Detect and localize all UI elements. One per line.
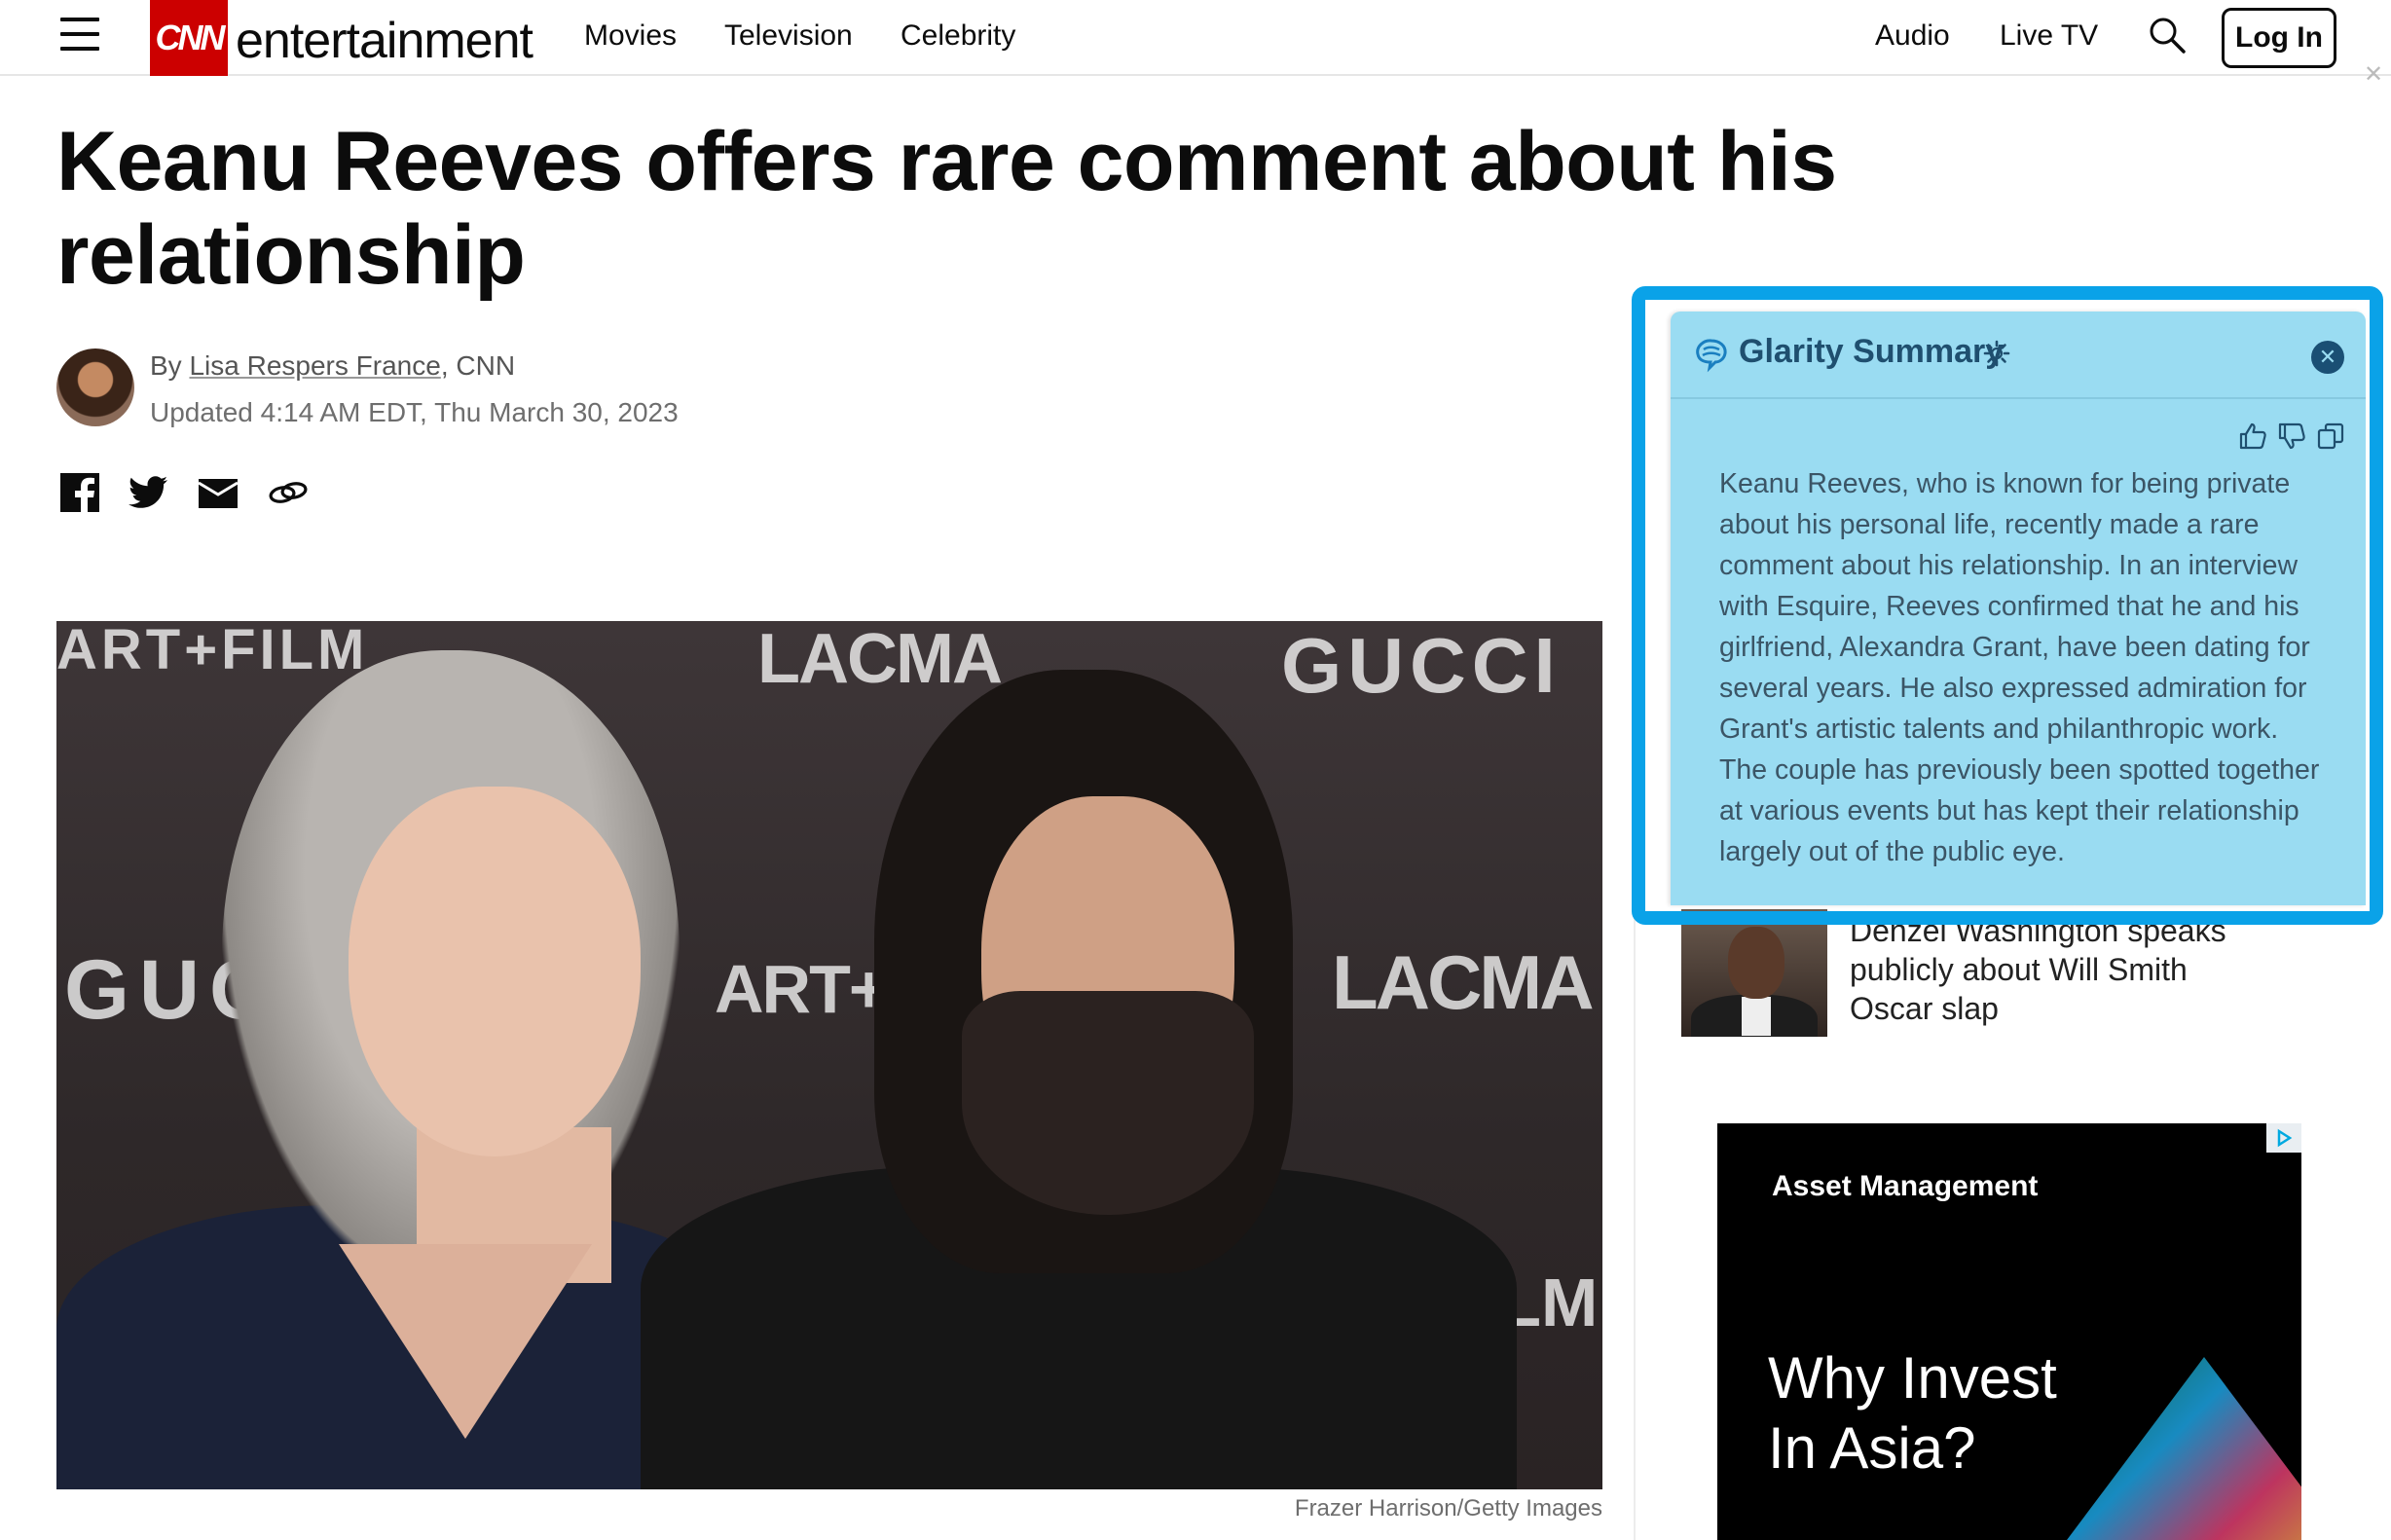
facebook-icon[interactable] (58, 471, 101, 514)
menu-icon[interactable] (60, 18, 99, 53)
link-icon[interactable] (267, 471, 310, 514)
byline: By Lisa Respers France, CNN (150, 350, 515, 382)
byline-prefix: By (150, 350, 190, 381)
related-article-link[interactable]: Denzel Washington speaks publicly about … (1850, 911, 2259, 1028)
photo-signage: GUCCI (1281, 622, 1562, 709)
photo-signage: ART+ (715, 951, 889, 1027)
twitter-icon[interactable] (127, 471, 169, 514)
advertisement[interactable]: Asset Management Why Invest In Asia? (1717, 1123, 2301, 1540)
nav-audio[interactable]: Audio (1875, 19, 1950, 53)
glarity-highlight-frame (1632, 286, 2383, 925)
ad-headline: Why Invest In Asia? (1768, 1345, 2057, 1481)
updated-timestamp: Updated 4:14 AM EDT, Thu March 30, 2023 (150, 397, 679, 427)
photo-signage: LACMA (757, 621, 1003, 698)
adchoices-icon[interactable] (2266, 1123, 2301, 1153)
nav-television[interactable]: Television (724, 19, 853, 53)
photo-signage: LACMA (1332, 939, 1595, 1025)
ad-label: Asset Management (1772, 1170, 2039, 1202)
photo-signage: ART+FILM (56, 621, 369, 681)
hero-photo: ART+FILM LACMA GUCCI GUCCI ART+ LACMA FI… (56, 621, 1602, 1489)
nav-celebrity[interactable]: Celebrity (901, 19, 1015, 53)
email-icon[interactable] (197, 471, 239, 514)
site-header: CNN entertainment Movies Television Cele… (0, 0, 2391, 76)
cnn-logo[interactable]: CNN (150, 0, 228, 76)
section-title[interactable]: entertainment (236, 12, 533, 70)
photo-credit: Frazer Harrison/Getty Images (1294, 1495, 1602, 1522)
login-button[interactable]: Log In (2222, 8, 2336, 68)
close-icon[interactable]: ✕ (2364, 60, 2383, 89)
author-link[interactable]: Lisa Respers France (189, 350, 440, 381)
author-avatar[interactable] (56, 348, 134, 426)
search-icon[interactable] (2148, 16, 2187, 55)
related-thumbnail[interactable] (1681, 909, 1827, 1037)
nav-movies[interactable]: Movies (584, 19, 677, 53)
nav-live-tv[interactable]: Live TV (2000, 19, 2098, 53)
byline-outlet: , CNN (440, 350, 516, 381)
article-headline: Keanu Reeves offers rare comment about h… (56, 115, 1837, 302)
